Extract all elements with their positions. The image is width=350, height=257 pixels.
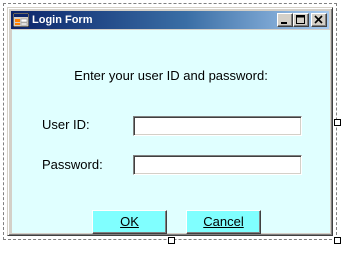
form-client-area: Enter your user ID and password: User ID…	[12, 30, 330, 234]
close-icon	[314, 15, 323, 24]
minimize-icon	[281, 22, 287, 24]
user-id-label: User ID:	[42, 117, 90, 132]
login-form-window: Login Form Enter your user ID and passwo…	[7, 7, 333, 236]
minimize-button[interactable]	[277, 13, 293, 27]
close-button[interactable]	[311, 13, 327, 27]
window-title: Login Form	[32, 14, 93, 26]
instruction-text: Enter your user ID and password:	[74, 68, 268, 83]
maximize-icon	[296, 15, 305, 24]
caption-buttons	[277, 13, 327, 27]
cancel-button[interactable]: Cancel	[186, 210, 261, 234]
password-input[interactable]	[133, 155, 302, 175]
user-id-input[interactable]	[133, 116, 302, 136]
title-bar[interactable]: Login Form	[11, 11, 329, 29]
resize-handle-bottom[interactable]	[168, 237, 175, 244]
password-label: Password:	[42, 157, 103, 172]
ok-button[interactable]: OK	[92, 210, 167, 234]
resize-handle-corner[interactable]	[334, 237, 341, 244]
form-app-icon[interactable]	[13, 13, 29, 27]
resize-handle-right[interactable]	[334, 119, 341, 126]
maximize-button[interactable]	[293, 13, 309, 27]
